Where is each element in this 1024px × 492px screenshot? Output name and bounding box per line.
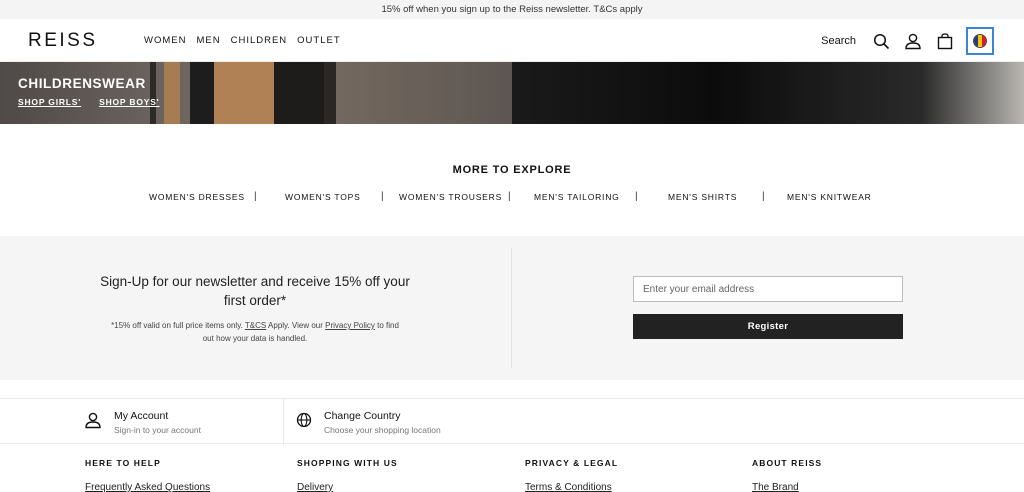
note-text: Apply. View our — [266, 321, 326, 330]
site-header: REISS WOMEN MEN CHILDREN OUTLET Search — [0, 19, 1024, 62]
reiss-logo[interactable]: REISS — [28, 30, 98, 52]
explore-separator: | — [381, 191, 384, 202]
footer-link-delivery[interactable]: Delivery — [297, 482, 333, 492]
account-icon[interactable] — [900, 28, 926, 54]
country-flag-icon — [973, 34, 987, 48]
header-actions: Search — [821, 27, 994, 55]
note-text: *15% off valid on full price items only. — [111, 321, 245, 330]
hero-title: CHILDRENSWEAR — [18, 76, 146, 91]
explore-separator: | — [508, 191, 511, 202]
change-country-subtitle: Choose your shopping location — [324, 424, 441, 435]
newsletter-divider — [511, 248, 512, 368]
footer-heading-privacy: PRIVACY & LEGAL — [525, 458, 619, 468]
search-label[interactable]: Search — [821, 35, 856, 47]
newsletter-note: *15% off valid on full price items only.… — [110, 320, 400, 345]
footer-account-bar: My Account Sign-in to your account Chang… — [0, 398, 1024, 445]
my-account-title: My Account — [114, 409, 169, 422]
account-icon — [84, 411, 102, 434]
explore-mens-tailoring[interactable]: MEN'S TAILORING — [534, 192, 620, 202]
explore-mens-shirts[interactable]: MEN'S SHIRTS — [668, 192, 737, 202]
email-input[interactable] — [633, 276, 903, 302]
shop-boys-link[interactable]: SHOP BOYS' — [99, 97, 159, 107]
register-button[interactable]: Register — [633, 314, 903, 339]
footer-heading-shopping: SHOPPING WITH US — [297, 458, 398, 468]
hero-image-right — [512, 62, 1024, 124]
main-nav: WOMEN MEN CHILDREN OUTLET — [144, 35, 341, 46]
my-account-link[interactable]: My Account Sign-in to your account — [84, 399, 201, 445]
change-country-title: Change Country — [324, 409, 401, 422]
footer-heading-about: ABOUT REISS — [752, 458, 823, 468]
country-selector[interactable] — [966, 27, 994, 55]
footer-heading-help: HERE TO HELP — [85, 458, 161, 468]
footer-bar-divider — [283, 399, 284, 445]
explore-womens-dresses[interactable]: WOMEN'S DRESSES — [149, 192, 245, 202]
nav-children[interactable]: CHILDREN — [231, 35, 288, 46]
shop-girls-link[interactable]: SHOP GIRLS' — [18, 97, 81, 107]
explore-separator: | — [254, 191, 257, 202]
promo-banner[interactable]: 15% off when you sign up to the Reiss ne… — [0, 0, 1024, 19]
my-account-subtitle: Sign-in to your account — [114, 424, 201, 435]
privacy-policy-link[interactable]: Privacy Policy — [325, 321, 375, 330]
search-icon[interactable] — [868, 28, 894, 54]
promo-text: 15% off when you sign up to the Reiss ne… — [381, 4, 643, 15]
newsletter-signup: Sign-Up for our newsletter and receive 1… — [0, 236, 1024, 380]
tcs-link[interactable]: T&CS — [245, 321, 266, 330]
hero-links: SHOP GIRLS' SHOP BOYS' — [18, 97, 160, 107]
footer-link-terms[interactable]: Terms & Conditions — [525, 482, 612, 492]
change-country-link[interactable]: Change Country Choose your shopping loca… — [296, 399, 441, 445]
newsletter-heading: Sign-Up for our newsletter and receive 1… — [100, 274, 410, 308]
explore-womens-tops[interactable]: WOMEN'S TOPS — [285, 192, 361, 202]
explore-mens-knitwear[interactable]: MEN'S KNITWEAR — [787, 192, 872, 202]
explore-separator: | — [762, 191, 765, 202]
nav-women[interactable]: WOMEN — [144, 35, 186, 46]
explore-title: MORE TO EXPLORE — [452, 164, 572, 176]
footer-link-brand[interactable]: The Brand — [752, 482, 799, 492]
more-to-explore: MORE TO EXPLORE WOMEN'S DRESSES | WOMEN'… — [0, 124, 1024, 236]
footer-link-faq[interactable]: Frequently Asked Questions — [85, 482, 210, 492]
nav-men[interactable]: MEN — [196, 35, 220, 46]
childrenswear-hero[interactable]: CHILDRENSWEAR SHOP GIRLS' SHOP BOYS' — [0, 62, 1024, 124]
hero-image-left — [0, 62, 512, 124]
shopping-bag-icon[interactable] — [932, 28, 958, 54]
globe-icon — [296, 412, 312, 433]
explore-womens-trousers[interactable]: WOMEN'S TROUSERS — [399, 192, 502, 202]
nav-outlet[interactable]: OUTLET — [297, 35, 340, 46]
explore-separator: | — [635, 191, 638, 202]
